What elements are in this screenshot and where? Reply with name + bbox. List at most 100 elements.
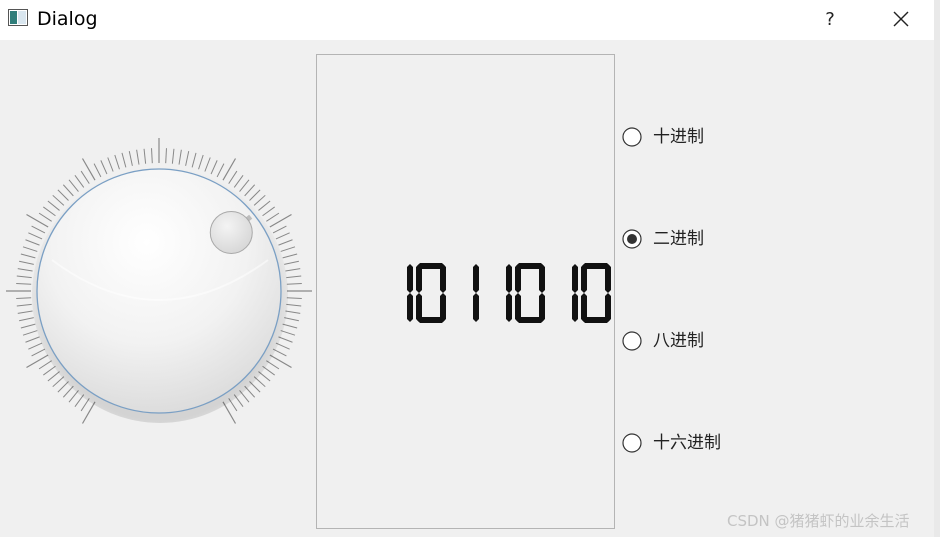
radio-binary[interactable]: 二进制 [622,227,822,251]
radio-label: 八进制 [653,331,704,351]
dial-notch [249,189,261,201]
dial-notch [128,151,133,166]
dial-notch [143,148,147,164]
dial-notch [52,194,65,206]
app-window-icon [8,9,28,26]
dial-notch [275,232,290,240]
dial-notch [28,232,43,240]
dial-notch [286,303,302,307]
dial-notch [228,170,238,184]
dial-notch [57,381,69,393]
dial-notch [286,275,302,279]
lcd-digits [407,263,611,323]
dial-graphic [6,138,312,424]
dial-notch [262,206,275,217]
dial-notch [47,200,60,211]
dial-notch [31,225,46,234]
help-button[interactable]: ? [810,0,850,40]
dial-notch [284,317,299,322]
dial-notch [17,310,33,314]
dial-notch [16,303,32,307]
dial-handle[interactable] [209,210,253,254]
dial-notch [74,175,85,188]
lcd-digit [581,263,611,323]
radio-octal[interactable]: 八进制 [622,329,822,353]
dial-notch [20,323,36,329]
dial-notch [114,154,120,170]
dial-notch [216,163,225,178]
dial-notch [22,246,38,252]
dial-notch [31,348,46,357]
dial-notch [107,157,114,172]
dial-notch [25,336,40,343]
dial-notch [210,160,218,175]
radio-hexadecimal[interactable]: 十六进制 [622,431,822,455]
title-bar[interactable]: Dialog ? [0,0,934,40]
dial-notch [266,212,280,222]
dial-notch [38,212,52,222]
lcd-number-display [316,54,615,529]
radio-label: 二进制 [653,229,704,249]
dial-notch [68,179,79,192]
dial-notch [43,365,56,376]
dial-notch [204,157,211,172]
dial-notch [185,151,190,166]
dial-notch [282,253,298,259]
dial-notch [93,163,102,178]
dial-notch [233,175,244,188]
dial-notch [16,275,32,279]
dial-notch [286,297,302,299]
lcd-digit [473,264,479,322]
dial-notch [52,376,65,388]
dial-notch [285,310,301,314]
dial-notch [258,200,271,211]
dial-notch [278,239,293,246]
dial-notch [16,283,32,285]
dial-notch [239,179,250,192]
radio-decimal[interactable]: 十进制 [622,125,822,149]
dial-notch [244,184,256,197]
dial-notch [43,206,56,217]
dial-notch [136,149,140,165]
radio-circle-icon [622,229,642,249]
lcd-digit [515,263,545,323]
dial-notch [121,152,127,168]
dialog-window: Dialog ? 十进制 二进制 八进制 十六进制 CSDN @猪猪虾的业余生活 [0,0,940,537]
dial-notch [16,297,32,299]
lcd-digit [506,264,512,322]
dial-notch [57,189,69,201]
close-button[interactable] [878,0,924,40]
dial-handle-knob[interactable] [209,210,253,254]
dial-notch [62,184,74,197]
dial-notch [19,260,34,265]
dial-notch [178,149,182,165]
dial-notch [19,317,34,322]
dial-notch [47,371,60,382]
dial-notch [280,246,296,252]
close-icon [893,11,909,27]
window-border [934,0,940,537]
dial-notch [151,148,153,164]
dial-notch [285,268,301,272]
radio-label: 十进制 [653,127,704,147]
window-title: Dialog [37,8,98,30]
radio-label: 十六进制 [653,433,721,453]
dial-notch [253,194,266,206]
lcd-digit [572,264,578,322]
dial-notch [284,260,299,265]
dial-notch [100,160,108,175]
dial-notch [280,330,296,336]
radio-circle-icon [622,127,642,147]
radio-circle-icon [622,331,642,351]
dial-notch [165,148,167,164]
lcd-digit [416,263,446,323]
dial[interactable] [0,130,316,430]
dial-knob [36,168,282,414]
dial-notch [191,152,197,168]
dial-notch [25,239,40,246]
dial-notch [22,330,38,336]
dial-notch [286,283,302,285]
dial-notch [80,170,90,184]
dial-notch [272,225,287,234]
dial-notch [198,154,204,170]
